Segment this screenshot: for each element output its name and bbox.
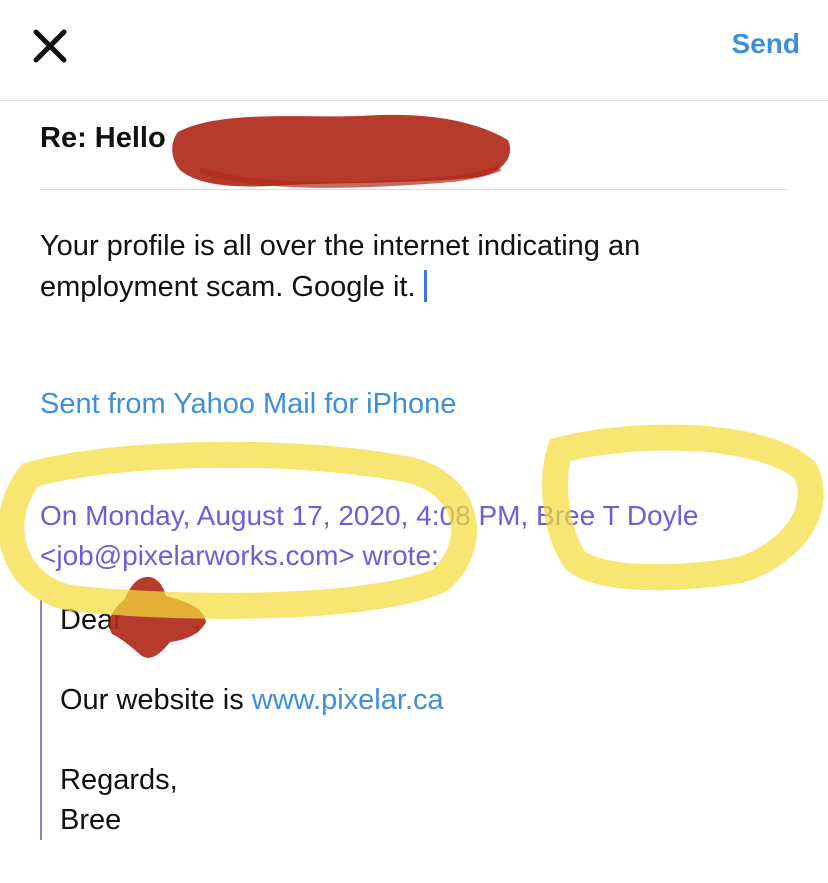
signature-link[interactable]: Sent from Yahoo Mail for iPhone — [40, 388, 456, 421]
quote-website-line: Our website is www.pixelar.ca — [60, 680, 780, 720]
quote-date: On Monday, August 17, 2020, 4:08 PM, — [40, 500, 529, 531]
subject-field[interactable]: Re: Hello — [40, 122, 166, 155]
quote-header: On Monday, August 17, 2020, 4:08 PM, Bre… — [40, 496, 780, 576]
quote-sender-name: Bree T Doyle — [536, 500, 699, 531]
redaction-mark — [172, 114, 511, 188]
quote-website-prefix: Our website is — [60, 684, 244, 716]
quote-header-line: On Monday, August 17, 2020, 4:08 PM, Bre… — [40, 496, 780, 536]
close-icon — [33, 29, 67, 63]
quote-sender: Bree — [60, 804, 122, 836]
compose-header: Send — [0, 0, 828, 101]
body-line-text: employment scam. Google it. — [40, 271, 416, 303]
send-button[interactable]: Send — [732, 28, 800, 60]
body-line: Your profile is all over the internet in… — [40, 230, 641, 262]
text-cursor — [423, 270, 427, 302]
message-body[interactable]: Your profile is all over the internet in… — [40, 226, 760, 308]
quote-spacer — [60, 720, 780, 760]
subject-divider — [40, 189, 788, 190]
quote-greeting-line: Dear, — [60, 600, 780, 640]
quote-closing: Regards, — [60, 764, 178, 796]
close-button[interactable] — [30, 26, 70, 66]
quote-greeting-suffix: , — [192, 604, 201, 636]
quoted-message: Dear, Our website is www.pixelar.ca Rega… — [40, 600, 780, 840]
quote-sender-email: <job@pixelarworks.com> wrote: — [40, 540, 439, 571]
quote-spacer — [60, 640, 780, 680]
website-link[interactable]: www.pixelar.ca — [252, 684, 444, 716]
body-line: employment scam. Google it. — [40, 267, 760, 308]
quote-greeting: Dear — [60, 604, 123, 636]
